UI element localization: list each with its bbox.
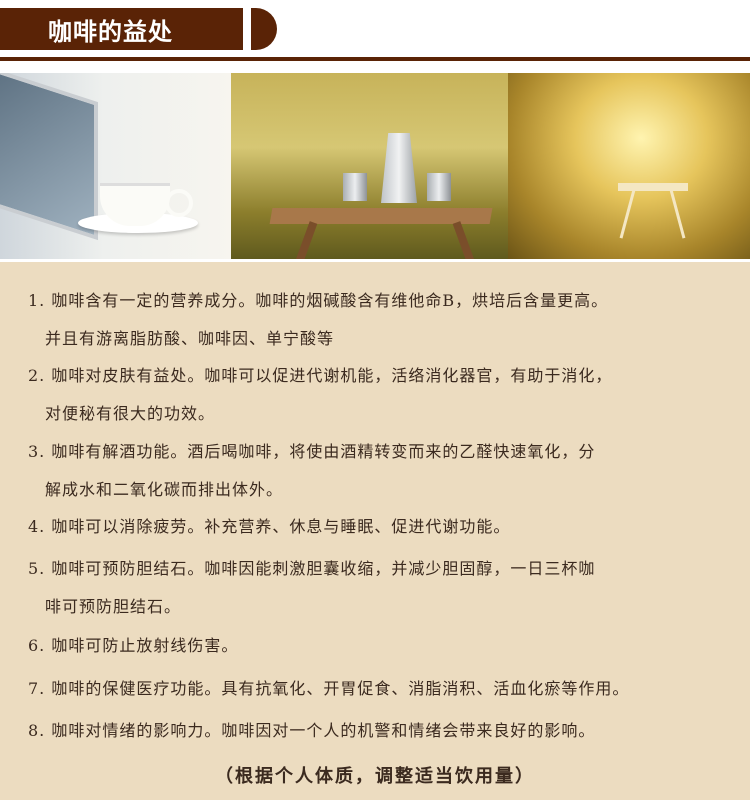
- photo-strip: [0, 73, 750, 259]
- header-divider: [0, 57, 750, 61]
- list-item-line: 并且有游离脂肪酸、咖啡因、单宁酸等: [45, 329, 335, 348]
- laptop-icon: [0, 73, 98, 241]
- list-item-line: 2. 咖啡对皮肤有益处。咖啡可以促进代谢机能，活络消化器官，有助于消化，: [28, 366, 613, 385]
- mug-icon: [343, 173, 367, 201]
- garden-table-icon: [618, 183, 688, 191]
- list-item-line: 1. 咖啡含有一定的营养成分。咖啡的烟碱酸含有维他命B，烘培后含量更高。: [28, 291, 609, 310]
- list-item: 7. 咖啡的保健医疗功能。具有抗氧化、开胃促食、消脂消积、活血化瘀等作用。: [28, 670, 728, 708]
- list-item-line: 3. 咖啡有解酒功能。酒后喝咖啡，将使由酒精转变而来的乙醛快速氧化，分: [28, 442, 596, 461]
- mug-icon: [427, 173, 451, 201]
- list-item: 2. 咖啡对皮肤有益处。咖啡可以促进代谢机能，活络消化器官，有助于消化， 对便秘…: [28, 357, 728, 433]
- list-item: 1. 咖啡含有一定的营养成分。咖啡的烟碱酸含有维他命B，烘培后含量更高。 并且有…: [28, 282, 728, 358]
- list-item: 5. 咖啡可预防胆结石。咖啡因能刺激胆囊收缩，并减少胆固醇，一日三杯咖 啡可预防…: [28, 550, 728, 626]
- footer-note: （根据个人体质，调整适当饮用量）: [215, 766, 535, 787]
- list-item-line: 6. 咖啡可防止放射线伤害。: [28, 636, 239, 655]
- section-title-text: 咖啡的益处: [48, 17, 173, 46]
- list-item-line: 对便秘有很大的功效。: [45, 404, 216, 423]
- list-item-line: 4. 咖啡可以消除疲劳。补充营养、休息与睡眠、促进代谢功能。: [28, 517, 511, 536]
- list-item-line: 5. 咖啡可预防胆结石。咖啡因能刺激胆囊收缩，并减少胆固醇，一日三杯咖: [28, 559, 596, 578]
- list-item-line: 啡可预防胆结石。: [45, 597, 182, 616]
- title-tab-decoration: [251, 8, 277, 50]
- moka-pot-icon: [381, 133, 417, 203]
- header: 咖啡的益处: [0, 0, 750, 62]
- benefits-panel: 1. 咖啡含有一定的营养成分。咖啡的烟碱酸含有维他命B，烘培后含量更高。 并且有…: [0, 262, 750, 800]
- cup-handle-icon: [165, 189, 193, 217]
- list-item-line: 解成水和二氧化碳而排出体外。: [45, 480, 284, 499]
- list-item: 6. 咖啡可防止放射线伤害。: [28, 627, 728, 665]
- list-item-line: 7. 咖啡的保健医疗功能。具有抗氧化、开胃促食、消脂消积、活血化瘀等作用。: [28, 679, 630, 698]
- list-item: 3. 咖啡有解酒功能。酒后喝咖啡，将使由酒精转变而来的乙醛快速氧化，分 解成水和…: [28, 433, 728, 509]
- section-title: 咖啡的益处: [0, 8, 243, 50]
- list-item: 4. 咖啡可以消除疲劳。补充营养、休息与睡眠、促进代谢功能。: [28, 508, 728, 546]
- coffee-cup-laptop-photo: [0, 73, 231, 259]
- garden-table-leg-icon: [619, 189, 636, 239]
- list-item: 8. 咖啡对情绪的影响力。咖啡因对一个人的机警和情绪会带来良好的影响。: [28, 712, 728, 750]
- list-item-line: 8. 咖啡对情绪的影响力。咖啡因对一个人的机警和情绪会带来良好的影响。: [28, 721, 596, 740]
- moka-pot-table-photo: [231, 73, 508, 259]
- table-leg-icon: [452, 221, 478, 259]
- table-leg-icon: [292, 221, 318, 259]
- garden-table-leg-icon: [669, 189, 686, 239]
- sunset-table-photo: [508, 73, 750, 259]
